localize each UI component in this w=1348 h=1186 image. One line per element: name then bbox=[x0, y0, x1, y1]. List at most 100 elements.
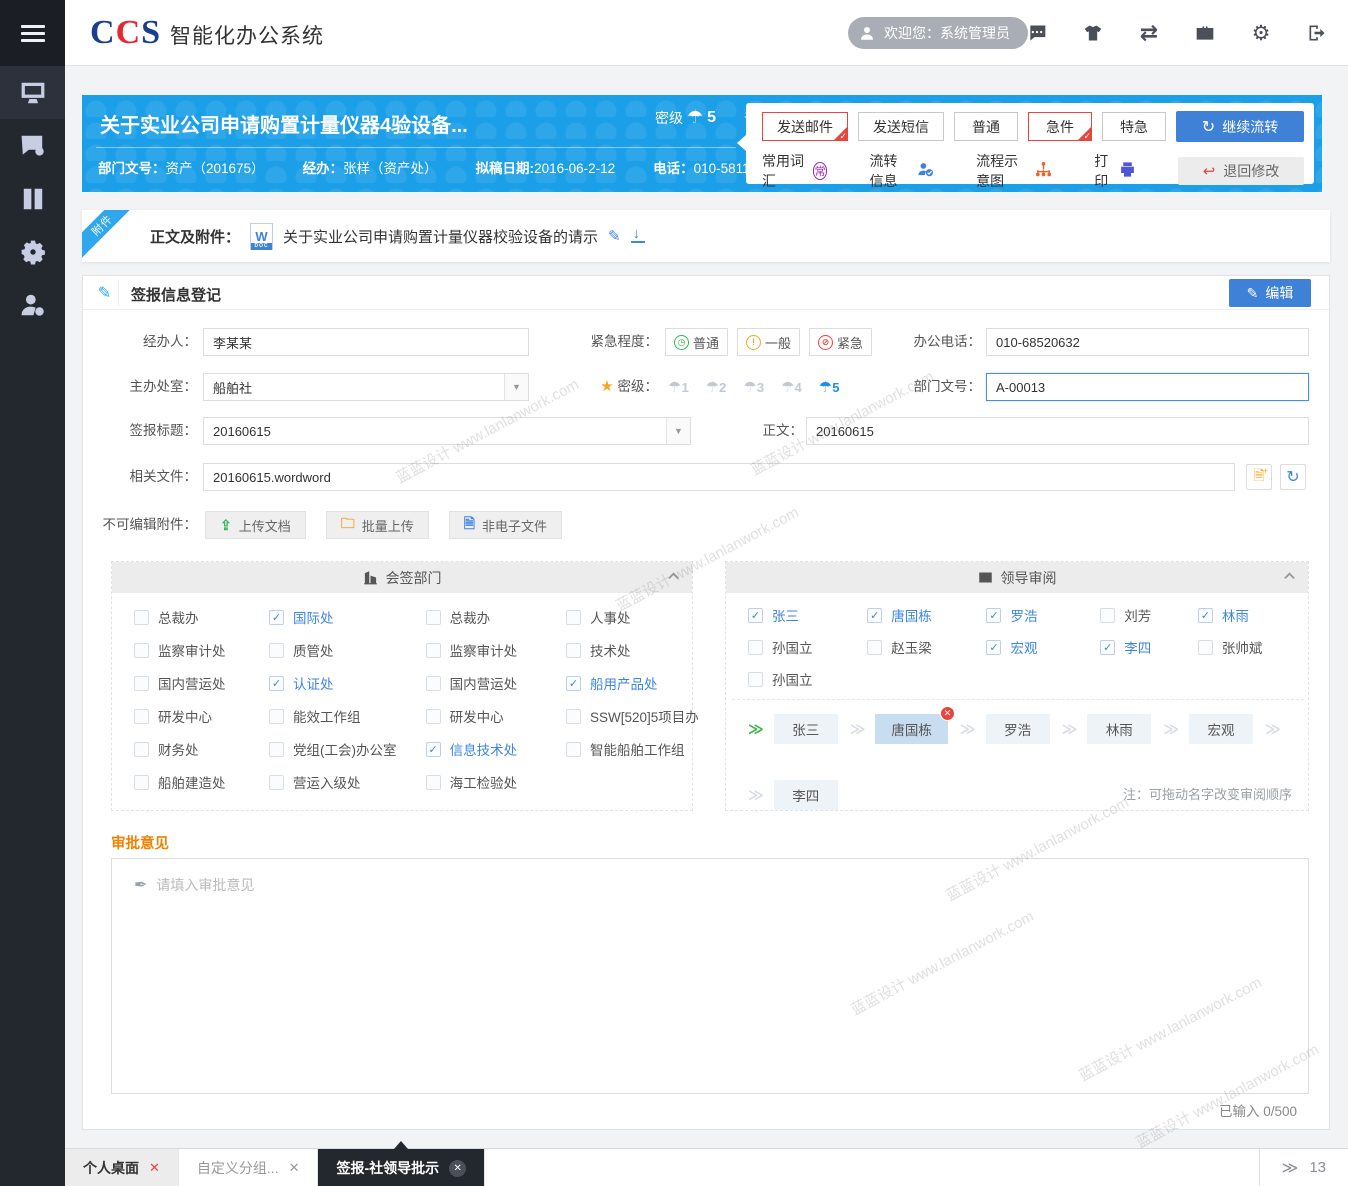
secrecy-level-5[interactable]: ☂5 bbox=[819, 378, 840, 396]
flow-chip[interactable]: 李四 bbox=[774, 780, 838, 810]
checkbox-item[interactable]: ✓张帅斌 bbox=[1198, 637, 1290, 657]
banner-link[interactable]: 流程示意图 bbox=[976, 151, 1052, 191]
download-attachment-icon[interactable] bbox=[631, 229, 645, 243]
message-icon[interactable] bbox=[1026, 22, 1048, 44]
edit-button[interactable]: ✎编辑 bbox=[1229, 279, 1311, 307]
flow-chip[interactable]: 林雨 bbox=[1087, 714, 1151, 744]
checkbox-item[interactable]: ✓监察审计处 bbox=[134, 640, 269, 660]
checkbox-item[interactable]: ✓监察审计处 bbox=[426, 640, 566, 660]
checkbox-item[interactable]: ✓人事处 bbox=[566, 607, 674, 627]
title-select[interactable]: 20160615▼ bbox=[203, 417, 691, 445]
remove-chip-icon[interactable]: ✕ bbox=[940, 706, 955, 721]
operator-input[interactable] bbox=[203, 328, 529, 356]
secrecy-level-1[interactable]: ☂1 bbox=[668, 378, 689, 396]
checkbox-item[interactable]: ✓罗浩 bbox=[986, 605, 1100, 625]
action-button[interactable]: 发送邮件✓ bbox=[762, 112, 848, 141]
bottom-tab[interactable]: 自定义分组...✕ bbox=[179, 1149, 319, 1186]
checkbox-item[interactable]: ✓林雨 bbox=[1198, 605, 1290, 625]
secrecy-level-2[interactable]: ☂2 bbox=[706, 378, 727, 396]
checkbox-item[interactable]: ✓孙国立 bbox=[748, 637, 867, 657]
body-input[interactable] bbox=[806, 417, 1309, 445]
refresh-icon[interactable]: ↻ bbox=[1280, 464, 1306, 490]
checkbox-item[interactable]: ✓信息技术处 bbox=[426, 739, 566, 759]
edit-attachment-icon[interactable]: ✎ bbox=[608, 227, 621, 245]
related-input[interactable] bbox=[203, 463, 1235, 491]
urgency-option[interactable]: ⊘紧急 bbox=[809, 328, 872, 356]
action-button[interactable]: 普通 bbox=[954, 112, 1018, 141]
checkbox-item[interactable]: ✓质管处 bbox=[269, 640, 426, 660]
action-button[interactable]: 急件✓ bbox=[1028, 112, 1092, 141]
checkbox-item[interactable]: ✓船舶建造处 bbox=[134, 772, 269, 792]
office-select[interactable]: 船舶社▼ bbox=[203, 373, 529, 401]
secrecy-level-3[interactable]: ☂3 bbox=[743, 378, 764, 396]
archive-icon[interactable] bbox=[0, 172, 65, 225]
close-tab-icon[interactable]: ✕ bbox=[149, 1160, 160, 1176]
hamburger-menu-icon[interactable] bbox=[0, 0, 65, 66]
flow-chip[interactable]: 唐国栋✕ bbox=[875, 714, 948, 744]
bottom-tab[interactable]: 签报-社领导批示✕ bbox=[318, 1149, 485, 1186]
checkbox-item[interactable]: ✓李四 bbox=[1100, 637, 1198, 657]
checkbox-item[interactable]: ✓研发中心 bbox=[134, 706, 269, 726]
add-file-icon[interactable]: 🗎+ bbox=[1246, 464, 1272, 490]
checkbox-item[interactable]: ✓智能船舶工作组 bbox=[566, 739, 674, 759]
checkbox-item[interactable]: ✓张三 bbox=[748, 605, 867, 625]
tab-overflow[interactable]: ≫13 bbox=[1259, 1149, 1348, 1186]
checkbox-item[interactable]: ✓总裁办 bbox=[134, 607, 269, 627]
theme-icon[interactable] bbox=[1082, 22, 1104, 44]
desktop-icon[interactable] bbox=[0, 66, 65, 119]
checkbox-item[interactable]: ✓总裁办 bbox=[426, 607, 566, 627]
checkbox-item[interactable]: ✓刘芳 bbox=[1100, 605, 1198, 625]
checkbox-item[interactable]: ✓唐国栋 bbox=[867, 605, 986, 625]
banner-link[interactable]: 流转信息 bbox=[869, 151, 934, 191]
attach-action-button[interactable]: 🗀批量上传 bbox=[326, 511, 429, 539]
logout-icon[interactable] bbox=[1306, 22, 1328, 44]
phone-input[interactable] bbox=[986, 328, 1309, 356]
close-tab-icon[interactable]: ✕ bbox=[449, 1160, 466, 1177]
checkbox-item[interactable]: ✓孙国立 bbox=[748, 669, 867, 689]
word-doc-icon[interactable]: W bbox=[250, 223, 273, 250]
checkbox-item[interactable]: ✓技术处 bbox=[566, 640, 674, 660]
banner-link[interactable]: 打印 bbox=[1094, 151, 1136, 191]
chat-settings-icon[interactable] bbox=[0, 119, 65, 172]
flow-chip[interactable]: 罗浩 bbox=[986, 714, 1050, 744]
flow-chip[interactable]: 张三 bbox=[774, 714, 838, 744]
checkbox-item[interactable]: ✓研发中心 bbox=[426, 706, 566, 726]
action-button[interactable]: 发送短信 bbox=[858, 112, 944, 141]
attach-action-button[interactable]: 🗎非电子文件 bbox=[449, 511, 562, 539]
user-welcome-pill[interactable]: 欢迎您：系统管理员 bbox=[848, 17, 1028, 49]
checkbox-item[interactable]: ✓财务处 bbox=[134, 739, 269, 759]
close-tab-icon[interactable]: ✕ bbox=[289, 1160, 300, 1176]
doc-no-input[interactable] bbox=[986, 373, 1309, 401]
attachment-filename[interactable]: 关于实业公司申请购置计量仪器校验设备的请示 bbox=[283, 226, 598, 247]
checkbox-item[interactable]: ✓能效工作组 bbox=[269, 706, 426, 726]
checkbox-item[interactable]: ✓宏观 bbox=[986, 637, 1100, 657]
switch-icon[interactable]: ⇄ bbox=[1138, 22, 1160, 44]
collapse-icon[interactable] bbox=[1283, 570, 1296, 586]
return-edit-button[interactable]: ↩退回修改 bbox=[1178, 157, 1304, 185]
banner-link[interactable]: 常用词汇常 bbox=[762, 151, 827, 191]
attach-action-button[interactable]: ⇪上传文档 bbox=[205, 511, 306, 539]
checkbox-item[interactable]: ✓赵玉梁 bbox=[867, 637, 986, 657]
checkbox-item[interactable]: ✓营运入级处 bbox=[269, 772, 426, 792]
checkbox-item[interactable]: ✓国内营运处 bbox=[426, 673, 566, 693]
checkbox-item[interactable]: ✓SSW[520]5项目办 bbox=[566, 706, 674, 726]
opinion-textarea[interactable]: ✒ 请填入审批意见 bbox=[111, 858, 1309, 1094]
system-settings-icon[interactable] bbox=[0, 225, 65, 278]
briefcase-icon[interactable] bbox=[1194, 22, 1216, 44]
urgency-option[interactable]: ◷普通 bbox=[665, 328, 728, 356]
collapse-icon[interactable] bbox=[667, 570, 680, 586]
checkbox-item[interactable]: ✓船用产品处 bbox=[566, 673, 674, 693]
action-button[interactable]: 特急 bbox=[1102, 112, 1166, 141]
continue-flow-button[interactable]: ↻继续流转 bbox=[1176, 111, 1304, 142]
checkbox-item[interactable]: ✓认证处 bbox=[269, 673, 426, 693]
flow-chip[interactable]: 宏观 bbox=[1189, 714, 1253, 744]
checkbox-item[interactable]: ✓海工检验处 bbox=[426, 772, 566, 792]
checkbox-item[interactable]: ✓国际处 bbox=[269, 607, 426, 627]
bottom-tab[interactable]: 个人桌面✕ bbox=[65, 1149, 179, 1186]
secrecy-level-4[interactable]: ☂4 bbox=[781, 378, 802, 396]
checkbox-item[interactable]: ✓国内营运处 bbox=[134, 673, 269, 693]
checkbox-item[interactable]: ✓党组(工会)办公室 bbox=[269, 739, 426, 759]
gear-icon[interactable]: ⚙ bbox=[1250, 22, 1272, 44]
urgency-option[interactable]: !一般 bbox=[737, 328, 800, 356]
user-settings-icon[interactable] bbox=[0, 278, 65, 331]
